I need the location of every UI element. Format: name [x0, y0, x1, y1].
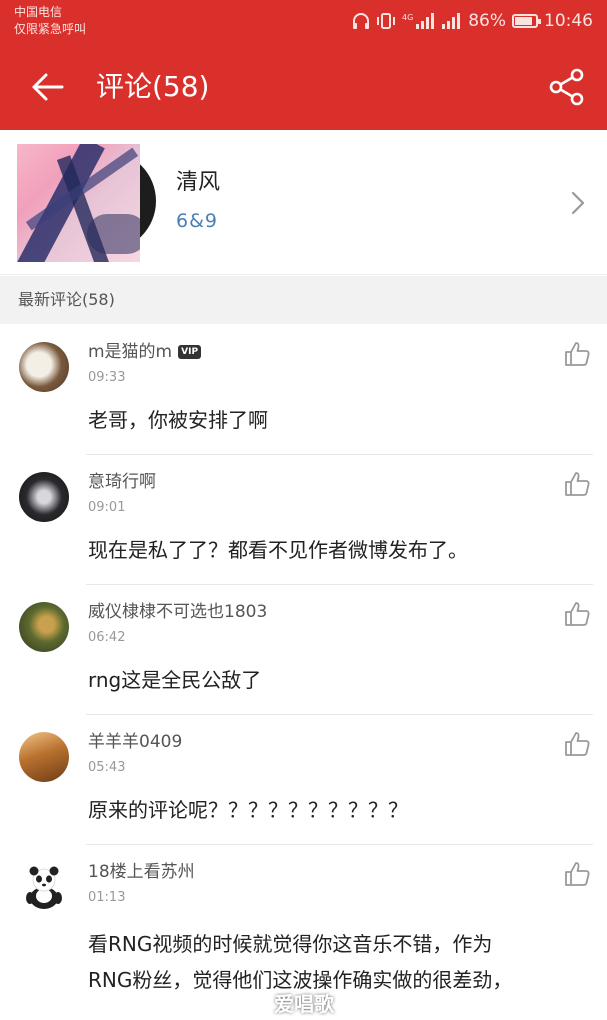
comment-text: 现在是私了了？都看不见作者微博发布了。: [88, 538, 468, 562]
avatar[interactable]: [19, 732, 69, 782]
signal-4g-icon: 4G: [402, 12, 435, 30]
avatar[interactable]: [19, 602, 69, 652]
comment-time: 09:01: [88, 500, 126, 515]
carrier-name: 中国电信: [14, 5, 63, 19]
comment-username[interactable]: 18楼上看苏州: [88, 860, 195, 884]
panda-avatar-icon: [19, 862, 69, 912]
battery-level: [515, 17, 533, 25]
comment-item: 意琦行啊 09:01 现在是私了了？都看不见作者微博发布了。: [0, 454, 607, 584]
song-card[interactable]: 清风 6&9: [0, 130, 607, 275]
comment-time: 05:43: [88, 760, 126, 775]
page-title: 评论(58): [96, 70, 210, 103]
comment-username[interactable]: m是猫的m: [88, 342, 172, 362]
comment-item: m是猫的m VIP 09:33 老哥，你被安排了啊: [0, 324, 607, 454]
status-icons: 4G 86% 10:46: [352, 8, 593, 34]
comment-username[interactable]: 羊羊羊0409: [88, 730, 182, 754]
section-header: 最新评论(58): [0, 276, 607, 324]
thumbs-up-icon[interactable]: [563, 600, 591, 628]
app-bar: 评论(58): [0, 44, 607, 130]
thumbs-up-icon[interactable]: [563, 470, 591, 498]
avatar[interactable]: [19, 342, 69, 392]
back-button[interactable]: [26, 66, 68, 108]
thumbs-up-icon[interactable]: [563, 730, 591, 758]
emergency-only-text: 仅限紧急呼叫: [14, 22, 87, 36]
comment-username[interactable]: 意琦行啊: [88, 470, 156, 494]
status-bar: 中国电信 仅限紧急呼叫 4G 86% 10:46: [0, 0, 607, 44]
avatar[interactable]: [19, 862, 69, 912]
comment-text: 看RNG视频的时候就觉得你这音乐不错，作为 RNG粉丝，觉得他们这波操作确实做的…: [88, 926, 593, 998]
carrier-info: 中国电信 仅限紧急呼叫: [14, 4, 86, 38]
network-type-label: 4G: [402, 13, 413, 22]
vip-badge: VIP: [178, 345, 202, 359]
avatar[interactable]: [19, 472, 69, 522]
clock: 10:46: [544, 11, 593, 31]
share-button[interactable]: [547, 66, 587, 108]
comment-text: rng这是全民公敌了: [88, 668, 262, 692]
comment-username[interactable]: 威仪棣棣不可选也1803: [88, 600, 267, 624]
chevron-right-icon: [571, 191, 585, 215]
section-title: 最新评论(58): [18, 290, 115, 309]
comment-username-row: m是猫的m VIP: [88, 340, 202, 364]
arrow-left-icon: [32, 73, 64, 101]
comment-time: 06:42: [88, 630, 126, 645]
comment-list: m是猫的m VIP 09:33 老哥，你被安排了啊 意琦行啊 09:01 现在是私…: [0, 324, 607, 1020]
share-icon: [549, 68, 584, 106]
album-cover: [17, 144, 140, 262]
thumbs-up-icon[interactable]: [563, 340, 591, 368]
comment-time: 09:33: [88, 370, 126, 385]
comment-item: 威仪棣棣不可选也1803 06:42 rng这是全民公敌了: [0, 584, 607, 714]
comment-text-line: 看RNG视频的时候就觉得你这音乐不错，作为: [88, 932, 493, 956]
song-title: 清风: [176, 170, 221, 195]
comment-item: 羊羊羊0409 05:43 原来的评论呢？？？？？？？？？？: [0, 714, 607, 844]
thumbs-up-icon[interactable]: [563, 860, 591, 888]
comment-text-line: RNG粉丝，觉得他们这波操作确实做的很差劲，: [88, 968, 513, 992]
song-artist: 6&9: [176, 210, 218, 232]
signal-icon: [440, 12, 462, 30]
comment-text: 原来的评论呢？？？？？？？？？？: [88, 798, 408, 822]
comment-time: 01:13: [88, 890, 126, 905]
headphones-icon: [352, 13, 370, 29]
vibrate-icon: [376, 12, 396, 30]
battery-icon: [512, 14, 541, 28]
watermark: 爱唱歌: [274, 992, 334, 1016]
comment-text: 老哥，你被安排了啊: [88, 408, 268, 432]
battery-percent: 86%: [468, 11, 506, 31]
